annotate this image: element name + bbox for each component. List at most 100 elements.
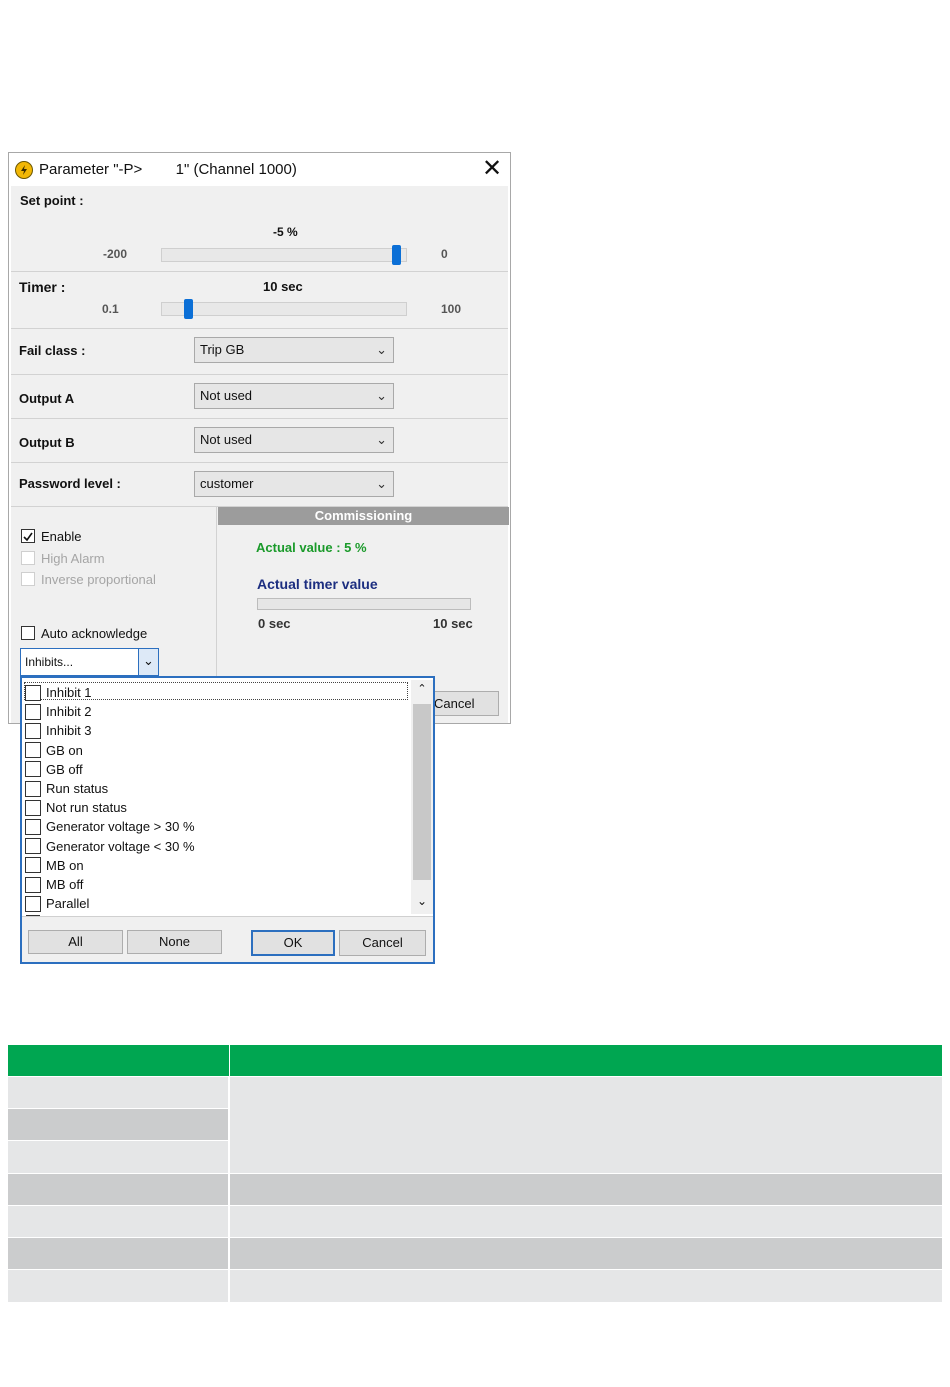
fail-class-select[interactable]: Trip GB ⌄: [194, 337, 394, 363]
list-item-checkbox[interactable]: [25, 761, 41, 778]
inhibits-combo-value: Inhibits...: [25, 655, 74, 669]
parameter-dialog: Parameter "-P> 1" (Channel 1000) ✕ Set p…: [8, 152, 511, 724]
chevron-down-icon: ⌄: [376, 388, 387, 403]
inhibits-dropdown-list: Inhibit 1 Inhibit 2 Inhibit 3 GB on GB off Ru…: [20, 676, 435, 964]
list-item[interactable]: MB on: [25, 856, 84, 875]
scrollbar-thumb[interactable]: [413, 704, 431, 880]
set-point-slider-track[interactable]: [161, 248, 407, 262]
none-button[interactable]: None: [127, 930, 222, 954]
list-item[interactable]: GB on: [25, 741, 83, 760]
list-item-checkbox[interactable]: [25, 742, 41, 759]
list-item-checkbox[interactable]: [25, 703, 41, 720]
timer-slider-thumb[interactable]: [184, 299, 194, 319]
timer-max: 100: [441, 302, 462, 316]
cancel-button[interactable]: Cancel: [339, 930, 426, 956]
table-row: [8, 1206, 228, 1237]
auto-acknowledge-checkbox[interactable]: [21, 626, 35, 640]
list-button-bar: All None OK Cancel: [22, 916, 433, 962]
table-row: [8, 1141, 228, 1173]
list-item-checkbox[interactable]: [25, 722, 41, 739]
table-cell: [230, 1238, 942, 1269]
inhibits-combo[interactable]: Inhibits... ⌄: [20, 648, 159, 676]
list-item-label: Inhibit 2: [46, 704, 92, 720]
close-icon[interactable]: ✕: [479, 155, 505, 183]
list-item[interactable]: GB off: [25, 760, 83, 779]
list-item-label: Generator voltage < 30 %: [46, 838, 195, 854]
set-point-slider-thumb[interactable]: [392, 245, 402, 265]
list-item[interactable]: MB off: [25, 875, 83, 894]
list-item-label: MB on: [46, 857, 84, 873]
table-cell: [230, 1206, 942, 1237]
chevron-down-icon: ⌄: [376, 476, 387, 491]
list-item-checkbox[interactable]: [25, 895, 41, 912]
high-alarm-checkbox: [21, 551, 35, 565]
output-a-section: Output A Not used ⌄: [11, 375, 508, 419]
output-b-label: Output B: [19, 435, 75, 450]
inverse-proportional-checkbox: [21, 572, 35, 586]
set-point-section: Set point : -5 % -200 0: [11, 186, 508, 272]
dialog-cancel-button[interactable]: Cancel: [429, 691, 499, 716]
chevron-down-icon: ⌄: [376, 342, 387, 357]
table-row: [8, 1174, 228, 1205]
title-bar[interactable]: Parameter "-P> 1" (Channel 1000) ✕: [9, 153, 510, 186]
table-header-divider: [229, 1045, 230, 1076]
table-row: [8, 1238, 228, 1269]
list-item-checkbox[interactable]: [25, 876, 41, 893]
chevron-down-icon[interactable]: ⌄: [138, 649, 158, 675]
list-item[interactable]: Inhibit 2: [25, 702, 92, 721]
list-item-checkbox[interactable]: [25, 799, 41, 816]
dialog-title: Parameter "-P> 1" (Channel 1000): [39, 161, 297, 178]
list-item[interactable]: Inhibit 1: [25, 683, 92, 702]
list-item[interactable]: Not run status: [25, 798, 127, 817]
inverse-proportional-label: Inverse proportional: [41, 572, 156, 587]
fail-class-value: Trip GB: [200, 342, 245, 357]
scrollbar[interactable]: ⌃ ⌄: [411, 680, 433, 914]
actual-timer-label: Actual timer value: [257, 576, 378, 592]
set-point-label: Set point :: [20, 193, 84, 208]
timer-section: Timer : 10 sec 0.1 100: [11, 272, 508, 329]
password-level-value: customer: [200, 476, 254, 491]
list-item[interactable]: Inhibit 3: [25, 721, 92, 740]
output-a-select[interactable]: Not used ⌄: [194, 383, 394, 409]
password-level-select[interactable]: customer ⌄: [194, 471, 394, 497]
set-point-value: -5 %: [273, 225, 298, 239]
ok-button[interactable]: OK: [251, 930, 335, 956]
commissioning-header: Commissioning: [218, 507, 509, 525]
list-item-checkbox[interactable]: [25, 857, 41, 874]
list-item-label: Inhibit 3: [46, 723, 92, 739]
list-item-checkbox[interactable]: [25, 780, 41, 797]
app-icon: [15, 161, 33, 179]
list-item-label: Parallel: [46, 896, 90, 912]
password-level-section: Password level : customer ⌄: [11, 463, 508, 507]
output-b-value: Not used: [200, 432, 253, 447]
list-item-label: GB on: [46, 742, 83, 758]
chevron-down-icon: ⌄: [376, 432, 387, 447]
enable-checkbox[interactable]: [21, 529, 35, 543]
set-point-max: 0: [441, 247, 448, 261]
scroll-up-icon[interactable]: ⌃: [411, 682, 433, 700]
table-row: [8, 1270, 228, 1302]
actual-value-text: Actual value : 5 %: [256, 540, 367, 555]
timer-slider-track[interactable]: [161, 302, 407, 316]
password-level-label: Password level :: [19, 476, 121, 491]
table-cell: [230, 1174, 942, 1205]
list-item-label: Generator voltage > 30 %: [46, 819, 195, 835]
list-item[interactable]: Generator voltage > 30 %: [25, 817, 195, 836]
list-item-label: Run status: [46, 781, 109, 796]
list-item-checkbox[interactable]: [25, 684, 41, 701]
inhibits-list: Inhibit 1 Inhibit 2 Inhibit 3 GB on GB off Ru…: [22, 680, 410, 916]
list-item[interactable]: Generator voltage < 30 %: [25, 837, 195, 856]
list-item-checkbox[interactable]: [25, 838, 41, 855]
set-point-min: -200: [103, 247, 128, 261]
scroll-down-icon[interactable]: ⌄: [411, 894, 433, 912]
timer-value: 10 sec: [263, 279, 303, 294]
actual-timer-max: 10 sec: [433, 616, 473, 631]
list-item-checkbox[interactable]: [25, 818, 41, 835]
list-item-label: Inhibit 1: [46, 685, 92, 700]
output-b-select[interactable]: Not used ⌄: [194, 427, 394, 453]
list-item[interactable]: Parallel: [25, 894, 89, 913]
all-button[interactable]: All: [28, 930, 123, 954]
table-header: [8, 1045, 942, 1076]
list-item[interactable]: Run status: [25, 779, 108, 798]
fail-class-section: Fail class : Trip GB ⌄: [11, 329, 508, 375]
